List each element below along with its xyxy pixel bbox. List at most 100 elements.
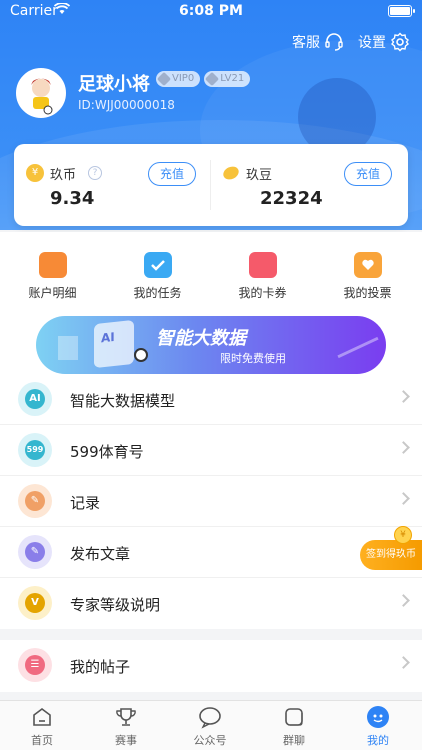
settings-label: 设置 bbox=[358, 35, 386, 51]
sports-account-icon-label: 599 bbox=[25, 440, 45, 460]
ai-icon: AI bbox=[18, 382, 52, 416]
section-gap bbox=[0, 630, 422, 640]
menu-item-my-posts[interactable]: ☰ 我的帖子 bbox=[0, 640, 422, 691]
vip-badge-label: VIP0 bbox=[172, 73, 195, 84]
tab-label: 赛事 bbox=[115, 734, 137, 747]
profile-icon bbox=[366, 705, 390, 729]
record-icon: ✎ bbox=[18, 484, 52, 518]
tab-group-chat[interactable]: 群聊 bbox=[252, 705, 336, 748]
gear-icon bbox=[391, 32, 409, 52]
menu-item-label: 599体育号 bbox=[70, 443, 144, 461]
soccer-ball-icon bbox=[134, 348, 148, 362]
vip-gem-icon bbox=[156, 71, 172, 87]
bean-balance: 玖豆 22324 充值 bbox=[210, 144, 406, 226]
bean-label: 玖豆 bbox=[246, 168, 273, 183]
tab-label: 群聊 bbox=[283, 734, 305, 747]
cube-decoration-icon bbox=[58, 336, 78, 360]
official-account-icon bbox=[198, 705, 222, 729]
user-id: ID:WJJ00000018 bbox=[78, 98, 175, 112]
menu-item-expert-level[interactable]: V 专家等级说明 bbox=[0, 578, 422, 629]
menu-item-label: 记录 bbox=[70, 494, 101, 512]
tab-official-account[interactable]: 公众号 bbox=[168, 705, 252, 748]
ai-document-label: AI bbox=[101, 329, 115, 346]
quick-action-label: 账户明细 bbox=[28, 286, 77, 300]
posts-icon: ☰ bbox=[18, 648, 52, 682]
menu-item-records[interactable]: ✎ 记录 bbox=[0, 476, 422, 527]
menu-item-publish-article[interactable]: ✎ 发布文章 bbox=[0, 527, 422, 578]
tab-home[interactable]: 首页 bbox=[0, 705, 84, 748]
home-icon bbox=[30, 705, 54, 729]
menu-item-label: 专家等级说明 bbox=[70, 596, 161, 614]
ai-document-icon: AI bbox=[94, 319, 134, 369]
menu-section-2: ☰ 我的帖子 bbox=[0, 640, 422, 692]
battery-icon bbox=[388, 5, 415, 17]
banner-streak-decoration bbox=[337, 336, 379, 359]
coin-icon: ¥ bbox=[394, 526, 412, 544]
checkin-button[interactable]: ¥ 签到得玖币 bbox=[360, 526, 422, 570]
coin-label: 玖币 bbox=[50, 168, 77, 183]
banner-subtitle: 限时免费使用 bbox=[220, 352, 286, 365]
menu-item-label: 发布文章 bbox=[70, 545, 131, 563]
chevron-right-icon bbox=[397, 656, 410, 669]
expert-level-icon: V bbox=[18, 586, 52, 620]
tab-matches[interactable]: 赛事 bbox=[84, 705, 168, 748]
ai-icon-label: AI bbox=[25, 389, 45, 409]
quick-action-label: 我的卡券 bbox=[238, 286, 287, 300]
help-icon[interactable]: ? bbox=[88, 166, 102, 180]
level-badge-label: LV21 bbox=[220, 73, 245, 84]
clock: 6:08 PM bbox=[179, 3, 243, 19]
tab-bar: 首页 赛事 公众号 群聊 我的 bbox=[0, 700, 422, 750]
customer-service-button[interactable]: 客服 bbox=[292, 32, 344, 52]
header-actions: 客服 设置 bbox=[278, 32, 410, 52]
quick-actions: 账户明细 我的任务 我的卡券 我的投票 AI 智能大数据 限时免费使用 bbox=[0, 232, 422, 374]
posts-icon-glyph: ☰ bbox=[25, 655, 45, 675]
level-star-icon bbox=[205, 71, 220, 87]
chevron-right-icon bbox=[397, 390, 410, 403]
vip-badge: VIP0 bbox=[156, 71, 201, 87]
article-icon: ✎ bbox=[18, 535, 52, 569]
menu-list: AI 智能大数据模型 599 599体育号 ✎ 记录 ✎ 发布文章 V 专家等级… bbox=[0, 374, 422, 629]
chevron-right-icon bbox=[397, 594, 410, 607]
user-badges: VIP0 LV21 bbox=[156, 71, 254, 87]
settings-button[interactable]: 设置 bbox=[358, 32, 410, 52]
tab-label: 我的 bbox=[367, 734, 389, 747]
menu-item-ai-model[interactable]: AI 智能大数据模型 bbox=[0, 374, 422, 425]
quick-action-label: 我的任务 bbox=[133, 286, 182, 300]
quick-action-my-votes[interactable]: 我的投票 bbox=[315, 252, 420, 301]
level-badge: LV21 bbox=[204, 71, 251, 87]
banner-title: 智能大数据 bbox=[156, 328, 246, 349]
menu-item-label: 智能大数据模型 bbox=[70, 392, 176, 410]
status-bar: Carrier 6:08 PM bbox=[0, 0, 422, 24]
chevron-right-icon bbox=[397, 492, 410, 505]
menu-item-label: 我的帖子 bbox=[70, 658, 131, 676]
tab-label: 首页 bbox=[31, 734, 53, 747]
ai-big-data-banner[interactable]: AI 智能大数据 限时免费使用 bbox=[36, 316, 386, 374]
group-chat-icon bbox=[282, 705, 306, 729]
quick-action-my-tasks[interactable]: 我的任务 bbox=[105, 252, 210, 301]
bean-value: 22324 bbox=[260, 188, 323, 209]
wallet-card: ¥ 玖币 ? 9.34 充值 玖豆 22324 充值 bbox=[14, 144, 408, 226]
bean-icon bbox=[222, 164, 240, 182]
bean-recharge-button[interactable]: 充值 bbox=[344, 162, 392, 186]
coin-value: 9.34 bbox=[50, 188, 95, 209]
coupon-icon bbox=[248, 252, 277, 278]
chevron-right-icon bbox=[397, 441, 410, 454]
quick-action-my-coupons[interactable]: 我的卡券 bbox=[210, 252, 315, 301]
wallet-icon bbox=[38, 252, 67, 278]
tab-profile[interactable]: 我的 bbox=[336, 705, 420, 748]
customer-service-label: 客服 bbox=[292, 35, 320, 51]
menu-item-599-sports[interactable]: 599 599体育号 bbox=[0, 425, 422, 476]
coin-icon: ¥ bbox=[26, 164, 44, 182]
avatar[interactable] bbox=[16, 68, 66, 118]
username: 足球小将 bbox=[78, 74, 150, 95]
article-icon-glyph: ✎ bbox=[25, 542, 45, 562]
avatar-illustration-icon bbox=[18, 70, 64, 116]
tab-label: 公众号 bbox=[193, 734, 227, 747]
sports-account-icon: 599 bbox=[18, 433, 52, 467]
coin-balance: ¥ 玖币 ? 9.34 充值 bbox=[14, 144, 210, 226]
checkin-label: 签到得玖币 bbox=[366, 549, 416, 560]
headset-icon bbox=[325, 33, 343, 51]
coin-recharge-button[interactable]: 充值 bbox=[148, 162, 196, 186]
quick-action-account-details[interactable]: 账户明细 bbox=[0, 252, 105, 301]
expert-level-icon-glyph: V bbox=[25, 593, 45, 613]
